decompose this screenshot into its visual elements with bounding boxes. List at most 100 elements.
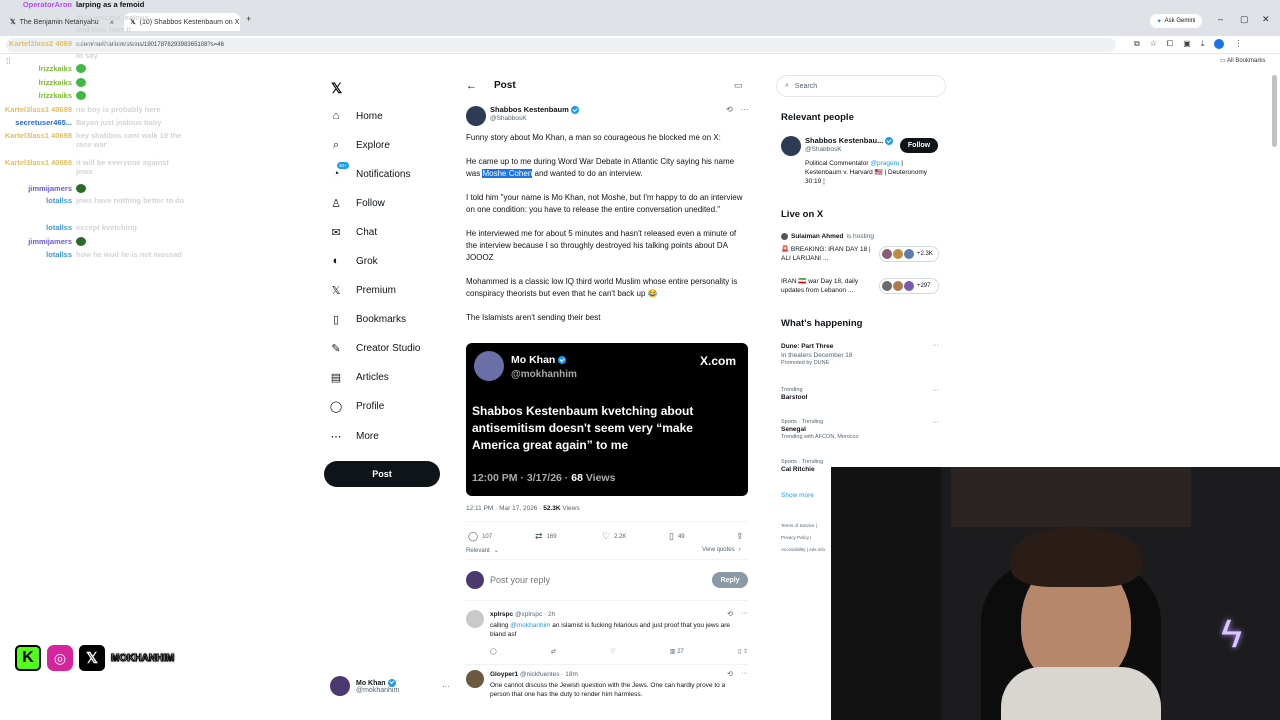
more-dots-icon[interactable]: ···: [442, 682, 450, 691]
chat-username[interactable]: lotallss: [0, 250, 72, 259]
person-name[interactable]: Shabbos Kestenbau...: [805, 136, 883, 145]
ask-gemini-button[interactable]: ✦ Ask Gemini: [1150, 14, 1202, 28]
nav-item-grok[interactable]: ◐ Grok: [330, 250, 378, 272]
divider: [466, 521, 748, 522]
folder-icon: ▭: [1220, 58, 1226, 64]
repost-action[interactable]: ⇄ 169: [535, 531, 557, 542]
author-name[interactable]: Shabbos Kestenbaum: [490, 105, 579, 115]
bookmark-action[interactable]: ▯ 49: [669, 531, 685, 542]
chat-username[interactable]: lrizzkaiks: [0, 78, 72, 87]
more-dots-icon[interactable]: ···: [932, 419, 939, 426]
more-dots-icon[interactable]: ···: [741, 610, 748, 618]
chat-username[interactable]: Kartel3lass2 4069: [0, 39, 72, 48]
author-handle[interactable]: @ShabbosK: [490, 115, 527, 122]
nav-item-follow[interactable]: ♙ Follow: [330, 192, 385, 214]
more-dots-icon[interactable]: ···: [932, 342, 939, 349]
nav-item-explore[interactable]: ⌕ Explore: [330, 134, 390, 156]
menu-icon[interactable]: ⋮: [1234, 39, 1242, 49]
nav-item-bookmarks[interactable]: ▯ Bookmarks: [330, 308, 406, 330]
live-space-title[interactable]: IRAN 🇮🇷 war Day 18, daily updates from L…: [781, 277, 877, 295]
heart-icon[interactable]: ♡: [610, 648, 615, 655]
mention-link[interactable]: @mokhanhim: [510, 622, 550, 629]
x-logo-icon[interactable]: 𝕏: [331, 80, 342, 97]
chat-username[interactable]: Kartel3lass1 40698: [0, 105, 72, 114]
grok-icon[interactable]: ⟲: [726, 105, 733, 114]
grok-icon[interactable]: ⟲: [727, 610, 733, 618]
trend-item[interactable]: Sports · Trending Senegal Trending with …: [781, 419, 939, 440]
view-quotes-link[interactable]: View quotes ›: [702, 547, 741, 553]
nav-item-profile[interactable]: ◯ Profile: [330, 395, 385, 417]
author-avatar[interactable]: [466, 106, 486, 126]
reply-input[interactable]: [490, 572, 690, 588]
chat-username[interactable]: lrizzkaiks: [0, 64, 72, 73]
nav-item-notifications[interactable]: ◔ 20+ Notifications: [330, 162, 410, 185]
nav-item-creator-studio[interactable]: ✎ Creator Studio: [330, 337, 420, 359]
chat-username[interactable]: jimmijamers: [0, 184, 72, 193]
post-button[interactable]: Post: [324, 461, 440, 487]
chat-username[interactable]: lotallss: [0, 223, 72, 232]
reply-button[interactable]: Reply: [712, 572, 748, 588]
search-input[interactable]: ⌕ Search: [776, 75, 946, 97]
more-dots-icon[interactable]: ···: [741, 105, 749, 114]
back-arrow-icon[interactable]: ←: [466, 80, 477, 92]
live-listeners[interactable]: +2.3K: [879, 246, 939, 262]
show-more-link[interactable]: Show more: [781, 492, 814, 499]
chat-username[interactable]: Kartel3lass1 40698: [0, 158, 72, 167]
bookmark-icon[interactable]: ▯ ⇪: [738, 648, 748, 655]
share-icon[interactable]: ⇪: [736, 531, 744, 542]
like-action[interactable]: ♡ 2.2K: [602, 531, 626, 542]
quoted-post-card[interactable]: Mo Khan @mokhanhim X.com Shabbos Kestenb…: [466, 343, 748, 496]
account-switcher[interactable]: Mo Khan @mokhanhim ···: [330, 675, 450, 697]
bookmark-icon: ▯: [669, 531, 674, 541]
page-scrollbar[interactable]: [1272, 75, 1277, 147]
post-timestamp[interactable]: 12:11 PM · Mar 17, 2026 ·: [466, 505, 541, 512]
chat-username[interactable]: secretuser465...: [0, 118, 72, 127]
chat-username[interactable]: lrizzkaiks: [0, 91, 72, 100]
reader-icon[interactable]: ▭: [734, 80, 743, 91]
chat-username[interactable]: lotallss: [0, 196, 72, 205]
live-listeners[interactable]: +297: [879, 278, 939, 294]
person-handle[interactable]: @ShabbosK: [805, 146, 842, 153]
reply-icon[interactable]: ◯: [490, 648, 497, 655]
like-count: 2.2K: [614, 533, 627, 540]
repost-icon[interactable]: ⇄: [551, 648, 556, 655]
paragraph-text: and wanted to do an interview.: [532, 169, 643, 178]
avatar[interactable]: [781, 136, 801, 156]
maximize-icon[interactable]: ▢: [1240, 14, 1249, 25]
reply-action[interactable]: ◯ 107: [468, 531, 492, 542]
download-icon[interactable]: ⤓: [1201, 39, 1205, 49]
nav-item-articles[interactable]: ▤ Articles: [330, 366, 389, 388]
nav-label: More: [356, 430, 379, 442]
new-tab-icon[interactable]: +: [246, 14, 251, 24]
sort-dropdown[interactable]: Relevant ⌄: [466, 547, 499, 555]
profile-avatar-icon[interactable]: [1214, 39, 1225, 49]
articles-icon: ▤: [330, 371, 342, 384]
extensions-icon[interactable]: ⧠: [1167, 39, 1173, 49]
cast-icon[interactable]: ⧉: [1134, 39, 1140, 49]
shelf: [951, 467, 1191, 527]
nav-item-more[interactable]: ⋯ More: [330, 425, 379, 447]
trend-item[interactable]: Trending Barstool ···: [781, 387, 939, 402]
views-action[interactable]: ▥ 27: [670, 648, 684, 655]
grok-icon[interactable]: ⟲: [727, 670, 733, 678]
follow-button[interactable]: Follow: [900, 138, 938, 153]
sidebar-footer[interactable]: Terms of Service | Privacy Policy | Acce…: [781, 520, 829, 556]
minimize-icon[interactable]: –: [1218, 14, 1223, 24]
nav-item-home[interactable]: ⌂ Home: [330, 105, 383, 127]
chat-username[interactable]: OperatorAron: [0, 0, 72, 9]
live-space-title[interactable]: 🚨 BREAKING: IRAN DAY 18 | ALI LARIJANI .…: [781, 245, 877, 263]
mention-link[interactable]: @prageru: [870, 160, 899, 167]
trend-item[interactable]: Dune: Part Three In theaters December 18…: [781, 342, 939, 366]
trend-title: Barstool: [781, 394, 808, 401]
chat-username[interactable]: jimmijamers: [0, 237, 72, 246]
more-dots-icon[interactable]: ···: [932, 387, 939, 394]
all-bookmarks[interactable]: ▭ All Bookmarks: [1220, 57, 1265, 64]
sidepanel-icon[interactable]: ▣: [1183, 39, 1191, 49]
nav-item-premium[interactable]: 𝕏 Premium: [330, 279, 396, 301]
chat-username[interactable]: Kartel3lass1 40698: [0, 131, 72, 140]
star-icon[interactable]: ☆: [1150, 39, 1157, 49]
selected-text: Moshe Cohen: [482, 169, 533, 178]
close-window-icon[interactable]: ✕: [1262, 14, 1270, 25]
more-dots-icon[interactable]: ···: [741, 670, 748, 678]
nav-item-chat[interactable]: ✉ Chat: [330, 221, 377, 243]
